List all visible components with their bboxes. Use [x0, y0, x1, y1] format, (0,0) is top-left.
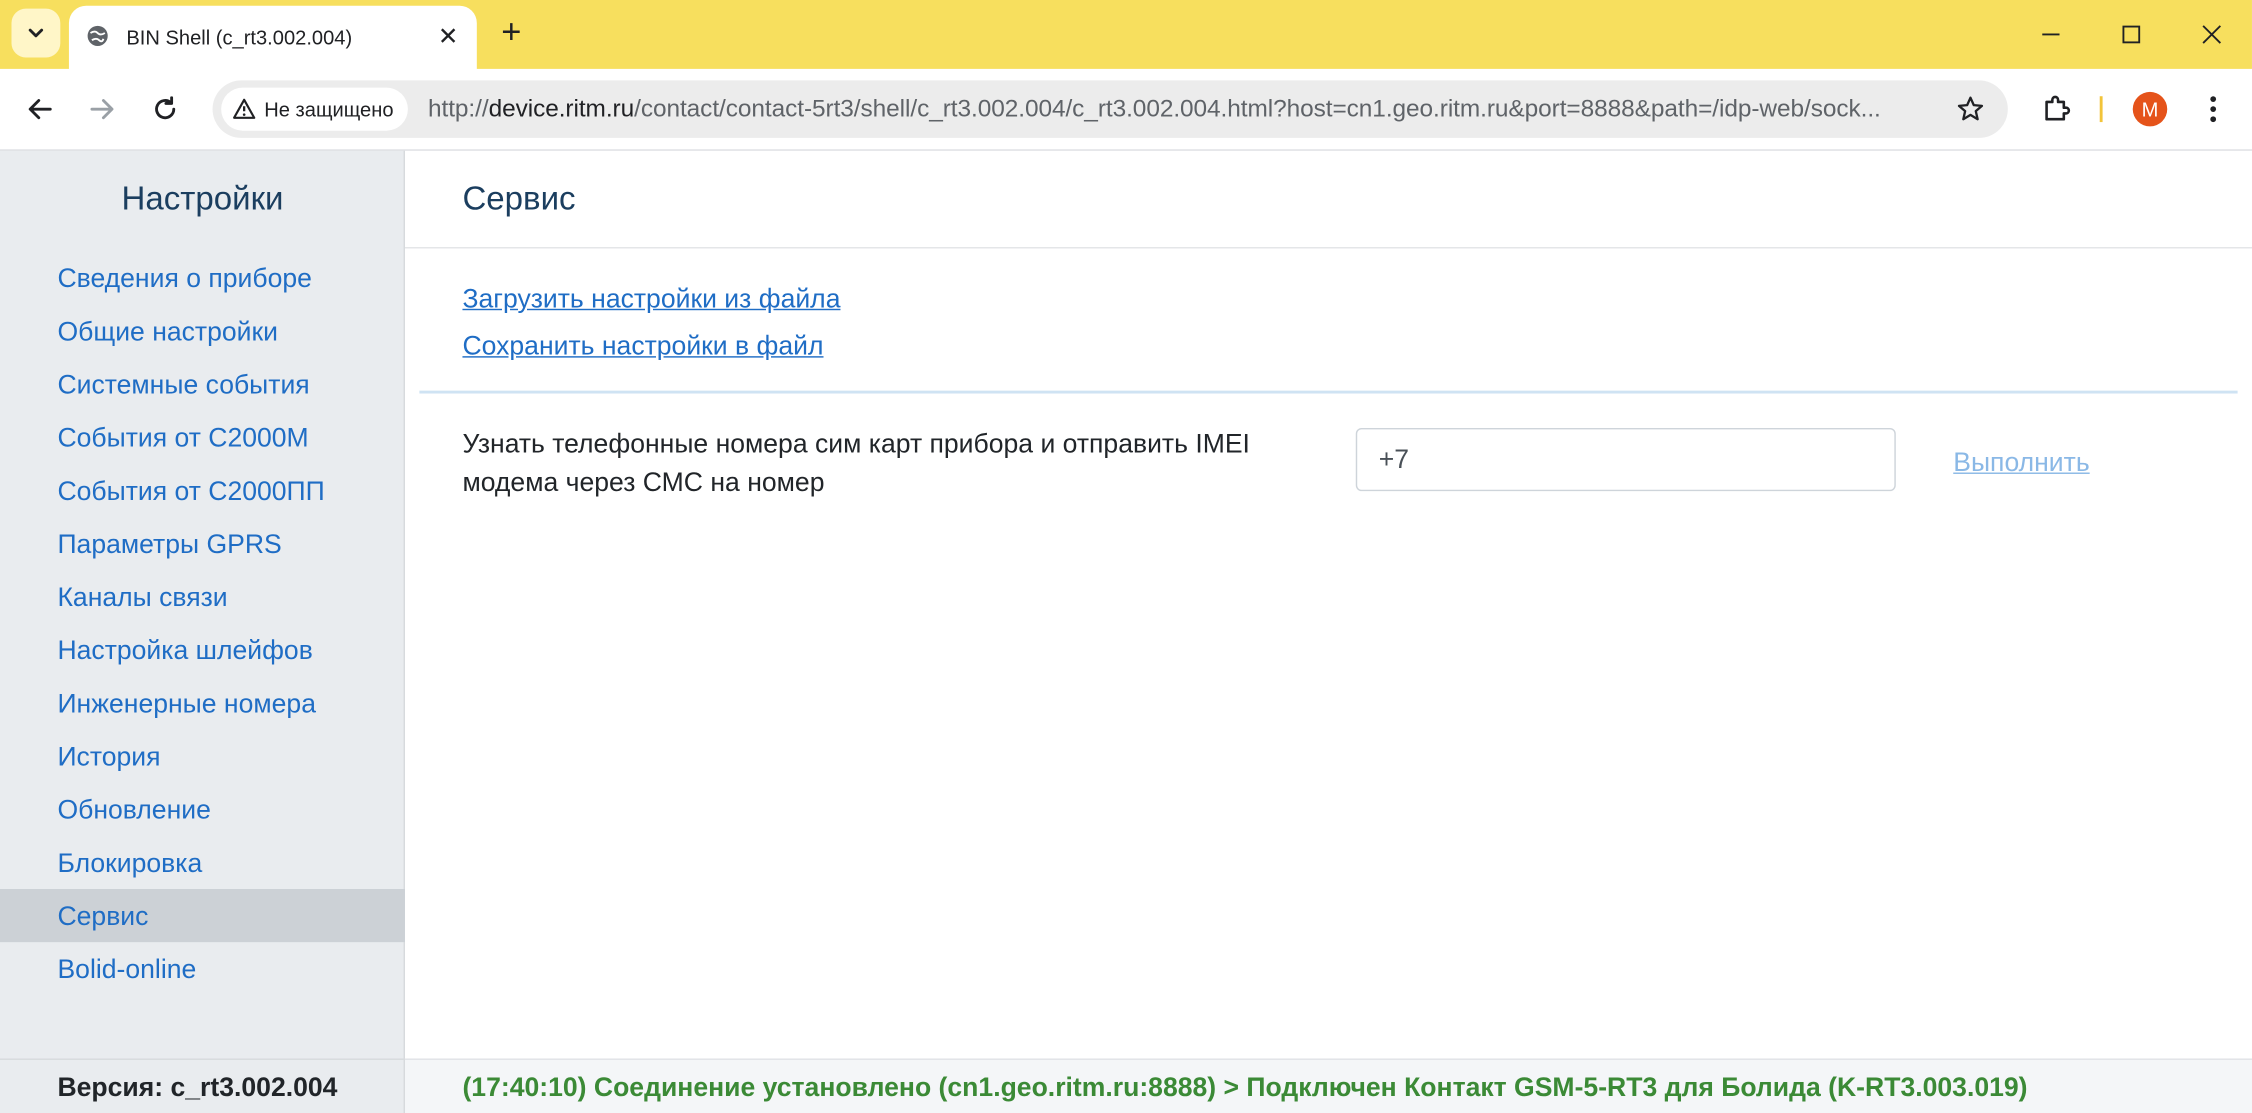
save-settings-link[interactable]: Сохранить настройки в файл: [462, 330, 823, 362]
sidebar-item[interactable]: Инженерные номера: [0, 676, 405, 729]
reload-button[interactable]: [142, 86, 188, 132]
toolbar-divider: [2099, 96, 2103, 123]
sidebar-item[interactable]: События от С2000ПП: [0, 464, 405, 517]
minimize-icon: [2042, 33, 2060, 36]
sidebar-item[interactable]: Сервис: [0, 889, 406, 943]
puzzle-icon: [2045, 95, 2071, 121]
sidebar-item[interactable]: Сведения о приборе: [0, 251, 405, 304]
settings-sidebar: Настройки Сведения о приборе Общие настро…: [0, 150, 406, 1059]
main-content: Сервис Загрузить настройки из файла Сохр…: [405, 150, 2252, 1059]
browser-tab[interactable]: BIN Shell (c_rt3.002.004) ✕: [68, 5, 477, 69]
close-window-button[interactable]: [2172, 0, 2252, 69]
sidebar-item[interactable]: Настройка шлейфов: [0, 623, 405, 676]
phone-number-input[interactable]: [1355, 427, 1896, 492]
forward-button[interactable]: [79, 86, 125, 132]
chevron-down-icon: [28, 28, 44, 38]
sidebar-item[interactable]: События от С2000М: [0, 411, 405, 464]
url-text: http://device.ritm.ru/contact/contact-5r…: [428, 95, 1936, 124]
execute-link[interactable]: Выполнить: [1953, 447, 2089, 479]
arrow-right-icon: [90, 99, 114, 120]
version-footer: Версия: c_rt3.002.004: [0, 1058, 406, 1113]
page-header: Сервис: [405, 151, 2252, 249]
load-settings-link[interactable]: Загрузить настройки из файла: [462, 283, 840, 315]
sidebar-item[interactable]: Bolid-online: [0, 942, 405, 995]
status-bar: (17:40:10) Соединение установлено (cn1.g…: [405, 1058, 2252, 1113]
section-divider: [419, 390, 2238, 394]
sidebar-item[interactable]: История: [0, 730, 405, 783]
profile-avatar[interactable]: M: [2132, 91, 2168, 127]
tab-search-button[interactable]: [11, 8, 61, 58]
sidebar-item[interactable]: Параметры GPRS: [0, 517, 405, 570]
sidebar-title: Настройки: [121, 179, 284, 217]
sidebar-item[interactable]: Блокировка: [0, 836, 405, 889]
sidebar-item[interactable]: Системные события: [0, 358, 405, 411]
minimize-button[interactable]: [2011, 0, 2091, 69]
url-path: /contact/contact-5rt3/shell/c_rt3.002.00…: [634, 94, 1881, 123]
extensions-button[interactable]: [2037, 89, 2077, 129]
connection-status: (17:40:10) Соединение установлено (cn1.g…: [462, 1071, 2028, 1102]
address-bar[interactable]: Не защищено http://device.ritm.ru/contac…: [212, 80, 2008, 138]
bookmark-star-button[interactable]: [1953, 92, 1987, 126]
reload-icon: [155, 96, 176, 120]
sidebar-nav: Сведения о приборе Общие настройки Системн…: [0, 251, 406, 995]
browser-toolbar: Не защищено http://device.ritm.ru/contac…: [0, 68, 2252, 151]
back-button[interactable]: [17, 86, 63, 132]
sms-imei-description: Узнать телефонные номера сим карт прибор…: [462, 427, 1250, 497]
security-chip[interactable]: Не защищено: [221, 87, 408, 131]
url-host: device.ritm.ru: [488, 94, 635, 123]
security-label: Не защищено: [264, 97, 394, 121]
browser-menu-button[interactable]: [2197, 92, 2229, 126]
page-title: Сервис: [462, 179, 576, 217]
maximize-icon: [2122, 25, 2141, 44]
version-label: Версия: c_rt3.002.004: [57, 1071, 338, 1102]
close-icon: [2202, 25, 2222, 44]
browser-tab-strip: BIN Shell (c_rt3.002.004) ✕ +: [0, 0, 2252, 69]
tab-title: BIN Shell (c_rt3.002.004): [126, 25, 353, 49]
kebab-menu-icon: [2210, 96, 2217, 123]
sidebar-item[interactable]: Общие настройки: [0, 304, 405, 357]
globe-icon: [87, 25, 108, 46]
url-prefix: http://: [427, 94, 489, 123]
maximize-button[interactable]: [2091, 0, 2171, 69]
star-icon: [1957, 96, 1984, 121]
sidebar-item[interactable]: Обновление: [0, 783, 405, 836]
sidebar-item[interactable]: Каналы связи: [0, 570, 405, 623]
close-tab-icon[interactable]: ✕: [434, 22, 463, 51]
new-tab-button[interactable]: +: [491, 13, 531, 53]
arrow-left-icon: [28, 99, 52, 120]
warning-icon: [233, 98, 256, 119]
